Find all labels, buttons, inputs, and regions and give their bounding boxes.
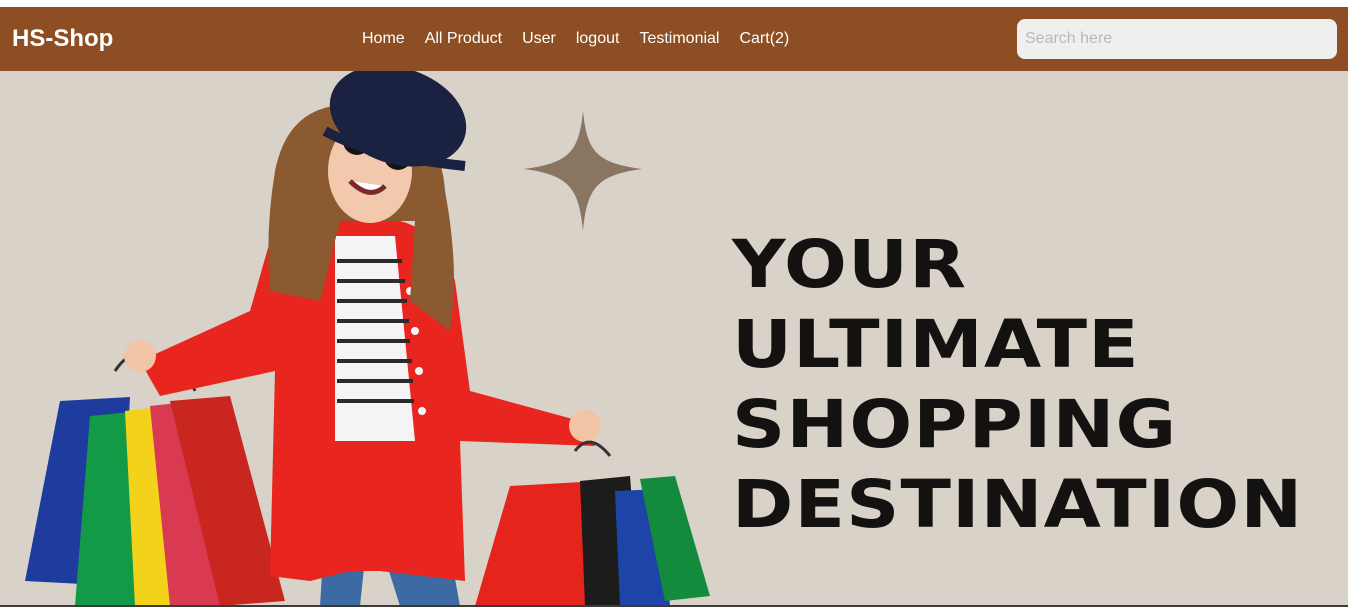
hero-headline-line-1: YOUR (732, 226, 968, 303)
left-shopping-bags (25, 354, 285, 606)
search-input[interactable] (1017, 19, 1337, 59)
page: HS-Shop Home All Product User logout Tes… (0, 0, 1348, 607)
shopper-woman-image (25, 71, 710, 606)
nav-link-logout[interactable]: logout (566, 30, 630, 48)
nav-link-cart[interactable]: Cart(2) (729, 30, 799, 48)
nav-link-testimonial[interactable]: Testimonial (629, 30, 729, 48)
hero-headline-line-4: DESTINATION (732, 466, 1304, 543)
right-shopping-bags (475, 440, 710, 606)
navbar: HS-Shop Home All Product User logout Tes… (0, 7, 1348, 71)
brand-logo-link[interactable]: HS-Shop (12, 25, 113, 53)
hero-headline: YOUR ULTIMATE SHOPPING DESTINATION (732, 225, 1303, 545)
hero-banner: YOUR ULTIMATE SHOPPING DESTINATION (0, 71, 1348, 606)
hero-headline-line-2: ULTIMATE (732, 306, 1140, 383)
main-nav: Home All Product User logout Testimonial… (352, 30, 799, 48)
nav-link-home[interactable]: Home (352, 30, 415, 48)
hero-headline-line-3: SHOPPING (732, 386, 1178, 463)
nav-link-all-product[interactable]: All Product (415, 30, 512, 48)
nav-link-user[interactable]: User (512, 30, 566, 48)
